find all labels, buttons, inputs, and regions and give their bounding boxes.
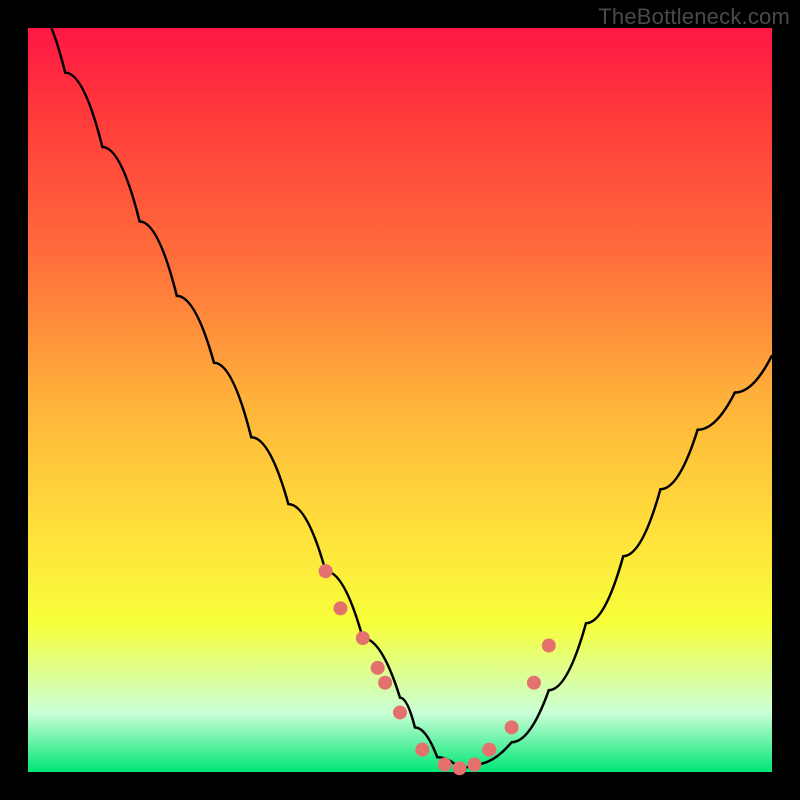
chart-svg [28, 28, 772, 772]
data-dot [319, 564, 333, 578]
chart-frame: TheBottleneck.com [0, 0, 800, 800]
data-dot [542, 639, 556, 653]
data-dot [467, 758, 481, 772]
plot-area [28, 28, 772, 772]
data-dot [356, 631, 370, 645]
data-dot [438, 758, 452, 772]
data-dots [319, 564, 556, 775]
curve-line [28, 0, 772, 768]
data-dot [393, 705, 407, 719]
data-dot [527, 676, 541, 690]
data-dot [505, 720, 519, 734]
data-dot [415, 743, 429, 757]
curve-path [28, 0, 772, 768]
data-dot [371, 661, 385, 675]
data-dot [453, 761, 467, 775]
watermark-text: TheBottleneck.com [598, 4, 790, 30]
data-dot [378, 676, 392, 690]
data-dot [482, 743, 496, 757]
data-dot [333, 601, 347, 615]
